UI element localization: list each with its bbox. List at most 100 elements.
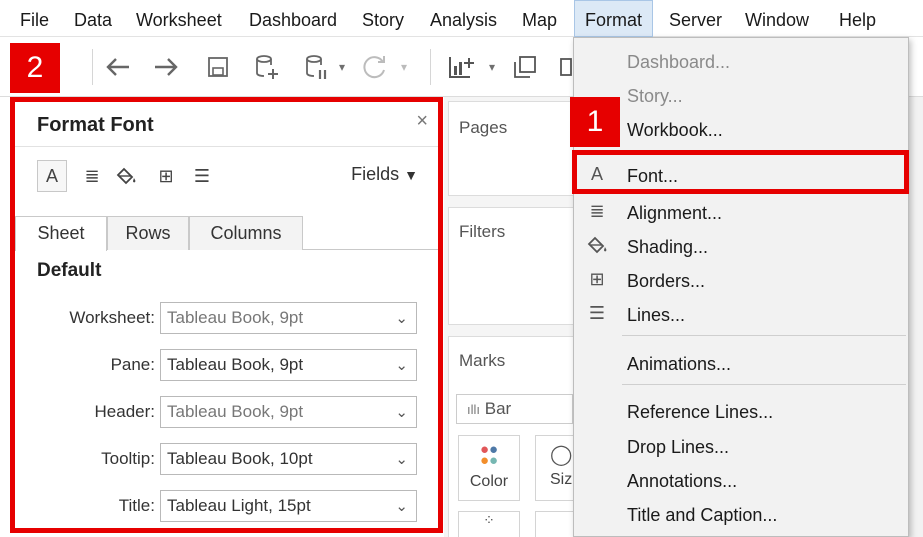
- menu-item-borders[interactable]: ⊞ Borders...: [574, 264, 910, 298]
- menu-format[interactable]: Format: [574, 0, 654, 37]
- format-menu: Dashboard... Story... Workbook... A Font…: [573, 37, 909, 537]
- tab-rows[interactable]: Rows: [107, 216, 189, 250]
- worksheet-label: Worksheet:: [69, 308, 155, 327]
- toolbar-separator: [92, 49, 93, 85]
- menu-dashboard[interactable]: Dashboard: [249, 0, 337, 37]
- filters-shelf[interactable]: Filters: [448, 207, 574, 325]
- format-tabs: Sheet Rows Columns: [15, 212, 438, 251]
- tooltip-font-select[interactable]: Tableau Book, 10pt ⌄: [160, 443, 417, 475]
- size-button[interactable]: ◯ Siz: [535, 435, 575, 501]
- chevron-down-icon: ⌄: [395, 310, 408, 327]
- pane-label: Pane:: [110, 355, 155, 374]
- menu-item-label: Workbook...: [627, 120, 723, 140]
- menu-item-label: Animations...: [627, 354, 732, 374]
- alignment-icon[interactable]: ≣: [77, 160, 107, 192]
- header-label: Header:: [94, 402, 155, 421]
- shelves-panel: Pages Filters Marks ıllı Bar ●● ●● Color …: [444, 97, 575, 537]
- new-data-source-icon[interactable]: [250, 47, 284, 87]
- menu-item-annotations[interactable]: Annotations...: [574, 464, 910, 498]
- toolbar-separator: [430, 49, 431, 85]
- menu-item-label: Drop Lines...: [627, 437, 730, 457]
- section-title: Default: [37, 260, 102, 281]
- duplicate-icon[interactable]: [508, 47, 542, 87]
- pages-shelf[interactable]: Pages: [448, 101, 574, 196]
- alignment-icon: ≣: [589, 201, 605, 221]
- color-dots-icon: ●● ●●: [479, 441, 499, 469]
- new-worksheet-icon[interactable]: [444, 47, 478, 87]
- chevron-down-icon[interactable]: ▾: [486, 47, 498, 87]
- color-button[interactable]: ●● ●● Color: [458, 435, 520, 501]
- pause-updates-icon[interactable]: [300, 47, 334, 87]
- menu-item-workbook[interactable]: Workbook...: [574, 113, 910, 147]
- detail-button[interactable]: ⁘: [458, 511, 520, 537]
- header-font-select[interactable]: Tableau Book, 9pt ⌄: [160, 396, 417, 428]
- menu-item-animations[interactable]: Animations...: [574, 347, 910, 381]
- chevron-down-icon: ⌄: [395, 451, 408, 468]
- back-icon[interactable]: [102, 47, 134, 87]
- lines-icon[interactable]: ☰: [187, 160, 217, 192]
- font-highlight-box: [572, 150, 909, 194]
- menu-item-reference-lines[interactable]: Reference Lines...: [574, 395, 910, 429]
- menu-window[interactable]: Window: [745, 0, 809, 37]
- fields-label: Fields: [351, 164, 400, 184]
- mark-type-dropdown[interactable]: ıllı Bar: [456, 394, 573, 424]
- menu-worksheet[interactable]: Worksheet: [136, 0, 222, 37]
- tab-columns[interactable]: Columns: [189, 216, 303, 250]
- tab-sheet[interactable]: Sheet: [15, 216, 107, 251]
- save-icon[interactable]: [202, 47, 234, 87]
- menu-data[interactable]: Data: [74, 0, 112, 37]
- close-icon[interactable]: ×: [416, 110, 428, 133]
- menu-item-label: Borders...: [627, 271, 706, 291]
- menu-item-shading[interactable]: Shading...: [574, 230, 910, 264]
- menu-bar: File Data Worksheet Dashboard Story Anal…: [0, 0, 923, 37]
- menu-item-label: Dashboard...: [627, 52, 731, 72]
- step-badge-2: 2: [10, 43, 60, 93]
- fields-dropdown[interactable]: Fields ▼: [351, 164, 418, 185]
- chevron-down-icon: ⌄: [395, 404, 408, 421]
- paint-bucket-icon: [584, 235, 610, 260]
- title-font-select[interactable]: Tableau Light, 15pt ⌄: [160, 490, 417, 522]
- menu-separator: [622, 384, 906, 385]
- borders-icon[interactable]: ⊞: [151, 160, 181, 192]
- forward-icon[interactable]: [150, 47, 182, 87]
- chevron-down-icon[interactable]: ▾: [398, 47, 410, 87]
- size-icon: ◯: [550, 444, 573, 466]
- menu-analysis[interactable]: Analysis: [430, 0, 497, 37]
- menu-item-lines[interactable]: ☰ Lines...: [574, 298, 910, 332]
- pane-font-select[interactable]: Tableau Book, 9pt ⌄: [160, 349, 417, 381]
- step-badge-1: 1: [570, 97, 620, 147]
- menu-item-dashboard[interactable]: Dashboard...: [574, 45, 910, 79]
- chevron-down-icon[interactable]: ▾: [336, 47, 348, 87]
- tooltip-label: Tooltip:: [101, 449, 155, 468]
- paint-bucket-icon[interactable]: [111, 160, 141, 192]
- menu-file[interactable]: File: [20, 0, 49, 37]
- size-label: Siz: [550, 471, 573, 488]
- title-font-value: Tableau Light, 15pt: [167, 496, 311, 515]
- font-tab-icon[interactable]: A: [37, 160, 67, 192]
- tooltip-font-value: Tableau Book, 10pt: [167, 449, 313, 468]
- menu-help[interactable]: Help: [839, 0, 876, 37]
- bar-chart-icon: ıllı: [467, 402, 480, 417]
- pages-title: Pages: [459, 118, 508, 137]
- menu-item-label: Story...: [627, 86, 683, 106]
- menu-item-label: Alignment...: [627, 203, 723, 223]
- title-label: Title:: [118, 496, 155, 515]
- borders-icon: ⊞: [589, 269, 605, 289]
- menu-item-story[interactable]: Story...: [574, 79, 910, 113]
- menu-map[interactable]: Map: [522, 0, 557, 37]
- format-font-pane: Format Font × A ≣ ⊞ ☰ Fields ▼ Sheet Row…: [10, 97, 443, 533]
- menu-item-drop-lines[interactable]: Drop Lines...: [574, 430, 910, 464]
- pane-title: Format Font: [37, 114, 154, 136]
- menu-item-label: Lines...: [627, 305, 686, 325]
- menu-item-label: Reference Lines...: [627, 402, 774, 422]
- worksheet-font-select[interactable]: Tableau Book, 9pt ⌄: [160, 302, 417, 334]
- menu-item-title-caption[interactable]: Title and Caption...: [574, 498, 910, 532]
- menu-item-alignment[interactable]: ≣ Alignment...: [574, 196, 910, 230]
- refresh-icon[interactable]: [358, 47, 392, 87]
- menu-item-label: Annotations...: [627, 471, 738, 491]
- tooltip-button[interactable]: [535, 511, 575, 537]
- pane-font-value: Tableau Book, 9pt: [167, 355, 304, 374]
- filters-title: Filters: [459, 222, 506, 241]
- menu-story[interactable]: Story: [362, 0, 404, 37]
- menu-server[interactable]: Server: [669, 0, 722, 37]
